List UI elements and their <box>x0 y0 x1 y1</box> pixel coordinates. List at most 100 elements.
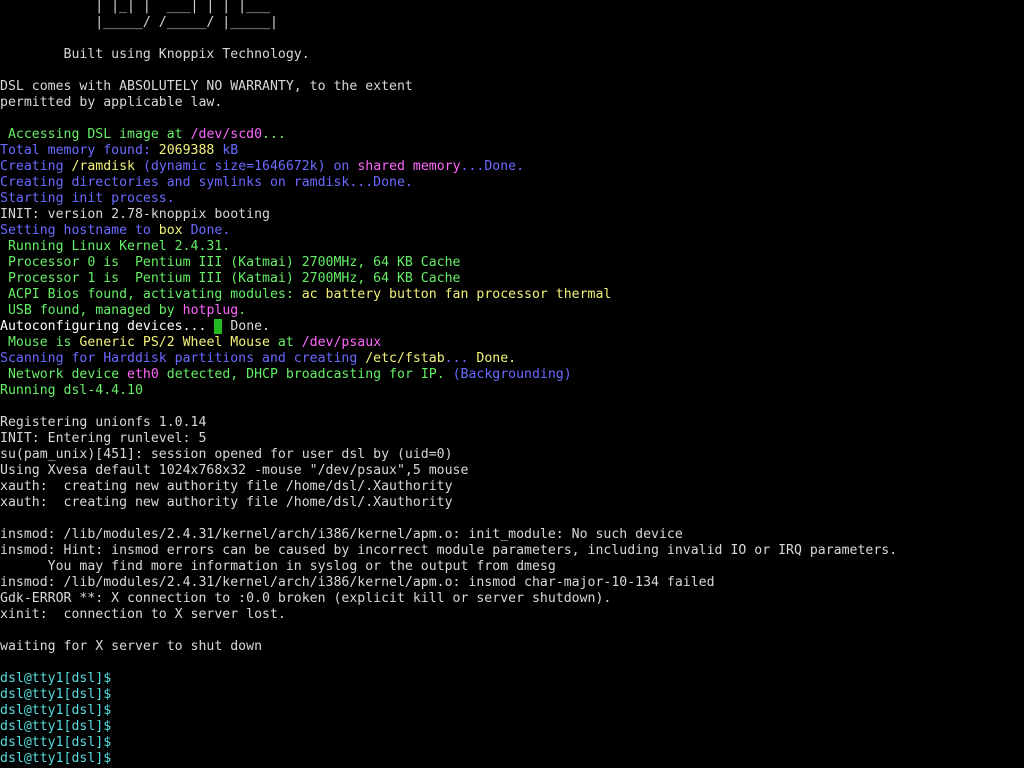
console-text: /dev/psaux <box>301 335 382 350</box>
console-line: Gdk-ERROR **: X connection to :0.0 broke… <box>0 591 611 607</box>
console-line: Setting hostname to box Done. <box>0 223 230 239</box>
console-line: su(pam_unix)[451]: session opened for us… <box>0 447 453 463</box>
console-text: Done. <box>182 223 231 238</box>
shell-prompt: dsl@tty1[dsl]$ <box>0 719 112 734</box>
console-text: shared memory <box>357 159 461 174</box>
console-text: Generic PS/2 Wheel Mouse <box>79 335 270 350</box>
console-text: INIT: version 2.78-knoppix booting <box>0 207 270 222</box>
console-text: Done. <box>222 319 271 334</box>
console-text: Starting init process. <box>0 191 175 206</box>
shell-prompt: dsl@tty1[dsl]$ <box>0 671 112 686</box>
console-line: Total memory found: 2069388 kB <box>0 143 238 159</box>
console-text: ... <box>444 351 477 366</box>
console-text: Accessing DSL image at <box>0 127 191 142</box>
terminal-console[interactable]: | |_| | ___| | | |___ |_____/ /_____/ |_… <box>0 0 1024 768</box>
console-text: at <box>269 335 302 350</box>
console-line: Scanning for Harddisk partitions and cre… <box>0 351 516 367</box>
shell-prompt: dsl@tty1[dsl]$ <box>0 687 112 702</box>
console-line: Mouse is Generic PS/2 Wheel Mouse at /de… <box>0 335 381 351</box>
console-text: . <box>238 303 247 318</box>
console-line: Autoconfiguring devices... Done. <box>0 319 270 335</box>
console-line: Running dsl-4.4.10 <box>0 383 143 399</box>
console-line: Accessing DSL image at /dev/scd0... <box>0 127 286 143</box>
console-text: permitted by applicable law. <box>0 95 223 110</box>
console-text: /dev/scd0 <box>190 127 263 142</box>
shell-prompt-line: dsl@tty1[dsl]$ <box>0 687 111 703</box>
console-line: insmod: Hint: insmod errors can be cause… <box>0 543 897 559</box>
console-text: Running Linux Kernel 2.4.31. <box>0 239 231 254</box>
shell-prompt: dsl@tty1[dsl]$ <box>0 735 112 750</box>
console-text: Gdk-ERROR **: X connection to :0.0 broke… <box>0 591 612 606</box>
shell-prompt-line: dsl@tty1[dsl]$ <box>0 671 111 687</box>
console-line: Creating /ramdisk (dynamic size=1646672k… <box>0 159 524 175</box>
console-text: ACPI Bios found, activating modules: <box>0 287 302 302</box>
console-text: su(pam_unix)[451]: session opened for us… <box>0 447 453 462</box>
shell-prompt-line: dsl@tty1[dsl]$ <box>0 719 111 735</box>
console-text: USB found, managed by <box>0 303 183 318</box>
console-text: hotplug <box>182 303 239 318</box>
console-text: Processor 0 is Pentium III (Katmai) 2700… <box>0 255 461 270</box>
console-line: xauth: creating new authority file /home… <box>0 479 453 495</box>
console-text: Using Xvesa default 1024x768x32 -mouse "… <box>0 463 469 478</box>
console-text: ...Done. <box>460 159 525 174</box>
console-text: waiting for X server to shut down <box>0 639 263 654</box>
console-text: 2069388 <box>158 143 215 158</box>
console-line: ACPI Bios found, activating modules: ac … <box>0 287 611 303</box>
console-text: insmod: /lib/modules/2.4.31/kernel/arch/… <box>0 575 715 590</box>
console-line: xauth: creating new authority file /home… <box>0 495 453 511</box>
console-text: kB <box>214 143 239 158</box>
console-text: Built using Knoppix Technology. <box>0 47 310 62</box>
console-line: Running Linux Kernel 2.4.31. <box>0 239 230 255</box>
console-text: ... <box>262 127 286 142</box>
console-text: Network device <box>0 367 128 382</box>
console-line: DSL comes with ABSOLUTELY NO WARRANTY, t… <box>0 79 413 95</box>
console-text: Running dsl-4.4.10 <box>0 383 143 398</box>
console-text: Setting hostname to <box>0 223 159 238</box>
console-text: insmod: /lib/modules/2.4.31/kernel/arch/… <box>0 527 683 542</box>
console-line: |_____/ /_____/ |_____| <box>0 15 278 31</box>
console-text: Mouse is <box>0 335 80 350</box>
console-text: xauth: creating new authority file /home… <box>0 479 453 494</box>
console-line: INIT: version 2.78-knoppix booting <box>0 207 270 223</box>
console-line: Registering unionfs 1.0.14 <box>0 415 206 431</box>
console-line: insmod: /lib/modules/2.4.31/kernel/arch/… <box>0 527 683 543</box>
console-text: box <box>158 223 183 238</box>
console-line: Processor 1 is Pentium III (Katmai) 2700… <box>0 271 461 287</box>
console-line: permitted by applicable law. <box>0 95 222 111</box>
console-text: Done. <box>476 351 517 366</box>
console-text: Processor 1 is Pentium III (Katmai) 2700… <box>0 271 461 286</box>
console-line: | |_| | ___| | | |___ <box>0 0 270 15</box>
console-line: Starting init process. <box>0 191 175 207</box>
console-line: Using Xvesa default 1024x768x32 -mouse "… <box>0 463 468 479</box>
console-text: xauth: creating new authority file /home… <box>0 495 453 510</box>
console-text: (dynamic size=1646672k) on <box>135 159 358 174</box>
console-line: xinit: connection to X server lost. <box>0 607 286 623</box>
console-line: waiting for X server to shut down <box>0 639 262 655</box>
console-text: /etc/fstab <box>365 351 445 366</box>
console-line: Creating directories and symlinks on ram… <box>0 175 413 191</box>
console-text: |_____/ /_____/ |_____| <box>0 15 278 30</box>
console-text: eth0 <box>127 367 159 382</box>
console-text: Registering unionfs 1.0.14 <box>0 415 207 430</box>
console-text: Autoconfiguring devices... <box>0 319 215 334</box>
console-text: Scanning for Harddisk partitions and cre… <box>0 351 366 366</box>
console-line: INIT: Entering runlevel: 5 <box>0 431 206 447</box>
console-text: | |_| | ___| | | |___ <box>0 0 270 14</box>
console-text: xinit: connection to X server lost. <box>0 607 286 622</box>
shell-prompt-line: dsl@tty1[dsl]$ <box>0 751 111 767</box>
console-line: Network device eth0 detected, DHCP broad… <box>0 367 572 383</box>
console-text: INIT: Entering runlevel: 5 <box>0 431 207 446</box>
console-line: insmod: /lib/modules/2.4.31/kernel/arch/… <box>0 575 715 591</box>
console-text: detected, DHCP broadcasting for IP. <box>158 367 453 382</box>
console-text: (Backgrounding) <box>452 367 572 382</box>
console-text: You may find more information in syslog … <box>0 559 556 574</box>
console-text: Creating directories and symlinks on ram… <box>0 175 413 190</box>
console-text: insmod: Hint: insmod errors can be cause… <box>0 543 898 558</box>
console-text: DSL comes with ABSOLUTELY NO WARRANTY, t… <box>0 79 413 94</box>
shell-prompt: dsl@tty1[dsl]$ <box>0 703 112 718</box>
console-line: You may find more information in syslog … <box>0 559 556 575</box>
console-text: ac battery button fan processor thermal <box>301 287 612 302</box>
console-line: Processor 0 is Pentium III (Katmai) 2700… <box>0 255 461 271</box>
console-text: /ramdisk <box>71 159 135 174</box>
shell-prompt-line: dsl@tty1[dsl]$ <box>0 703 111 719</box>
